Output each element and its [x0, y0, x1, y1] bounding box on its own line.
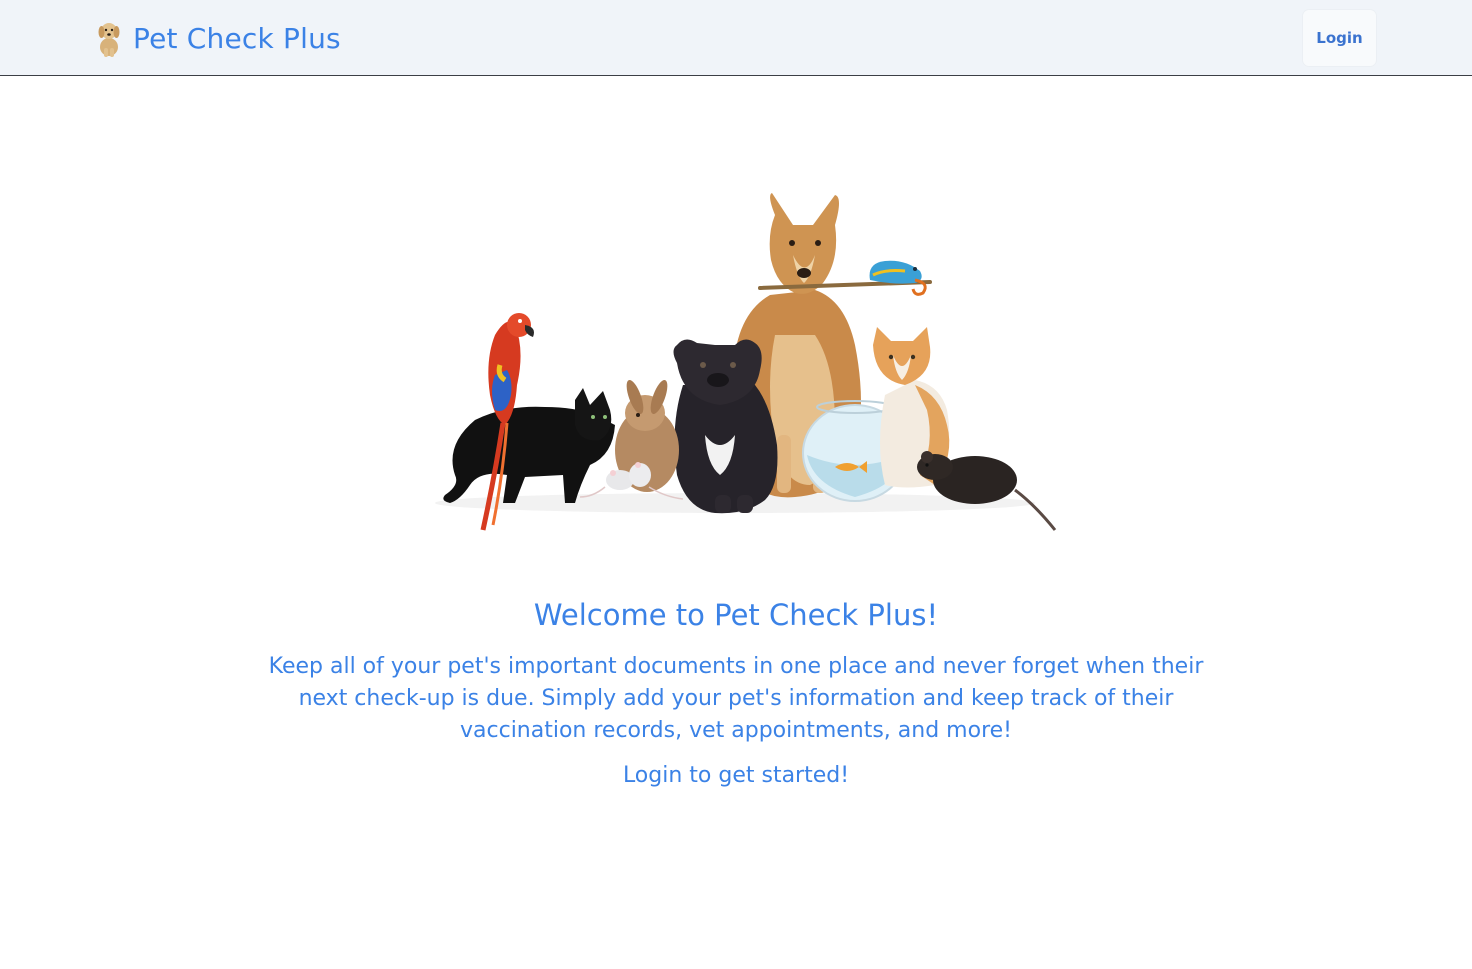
welcome-heading: Welcome to Pet Check Plus!	[533, 598, 939, 632]
brand-link[interactable]: Pet Check Plus	[92, 18, 341, 58]
puppy-icon	[98, 23, 120, 57]
navbar: Pet Check Plus Login	[0, 0, 1472, 76]
brand-title: Pet Check Plus	[133, 21, 341, 55]
login-button[interactable]: Login	[1303, 10, 1376, 66]
pet-group-illustration	[435, 193, 1057, 531]
black-cat-figure	[443, 388, 615, 503]
login-prompt: Login to get started!	[622, 763, 850, 788]
rat-figure	[917, 451, 1057, 531]
intro-description: Keep all of your pet's important documen…	[268, 654, 1204, 743]
